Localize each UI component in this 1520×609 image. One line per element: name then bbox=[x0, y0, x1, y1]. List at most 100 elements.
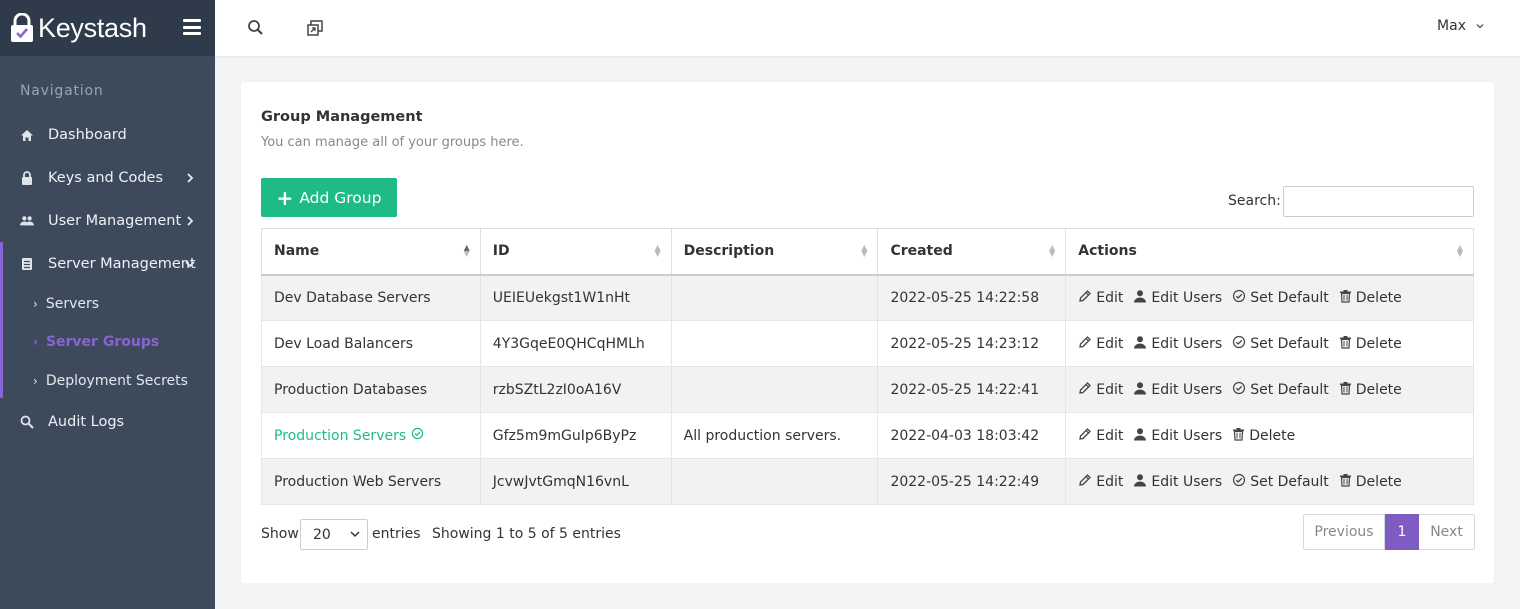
user-icon bbox=[1133, 381, 1151, 399]
edit-button[interactable]: Edit bbox=[1078, 289, 1123, 307]
sidebar-subitem-servers[interactable]: › Servers bbox=[0, 289, 215, 319]
chevron-right-icon: › bbox=[33, 374, 38, 388]
sidebar-item-label: Dashboard bbox=[48, 127, 127, 143]
entries-label: entries bbox=[372, 526, 421, 542]
edit-users-button[interactable]: Edit Users bbox=[1133, 289, 1222, 307]
search-input[interactable] bbox=[1283, 186, 1474, 217]
sidebar-item-label: Keys and Codes bbox=[48, 170, 164, 186]
brand: Keystash bbox=[0, 0, 215, 56]
cell-created: 2022-05-25 14:22:41 bbox=[877, 366, 1067, 413]
lock-icon bbox=[20, 171, 34, 185]
delete-button[interactable]: Delete bbox=[1339, 381, 1402, 399]
previous-page-button[interactable]: Previous bbox=[1303, 514, 1385, 550]
sidebar-subitem-label: Server Groups bbox=[45, 334, 160, 350]
table-row: Production Servers Gfz5m9mGuIp6ByPz All p… bbox=[261, 412, 1474, 459]
cell-created: 2022-04-03 18:03:42 bbox=[877, 412, 1067, 459]
pencil-icon bbox=[1078, 335, 1096, 353]
group-name: Dev Database Servers bbox=[274, 289, 431, 306]
group-name-link[interactable]: Production Servers bbox=[274, 427, 424, 444]
pagination: Previous 1 Next bbox=[1303, 514, 1475, 550]
trash-icon bbox=[1339, 289, 1356, 307]
plus-icon: + bbox=[276, 185, 294, 210]
set-default-button[interactable]: Set Default bbox=[1232, 335, 1329, 353]
edit-users-button[interactable]: Edit Users bbox=[1133, 427, 1222, 445]
page-subtitle: You can manage all of your groups here. bbox=[261, 135, 524, 150]
cell-actions: Edit Edit Users Set Default Delete bbox=[1065, 366, 1474, 413]
sidebar-subitem-label: Servers bbox=[45, 296, 100, 312]
edit-users-button[interactable]: Edit Users bbox=[1133, 473, 1222, 491]
next-page-button[interactable]: Next bbox=[1419, 514, 1475, 550]
set-default-button[interactable]: Set Default bbox=[1232, 381, 1329, 399]
page-size-select[interactable]: 20 bbox=[300, 519, 368, 550]
edit-button[interactable]: Edit bbox=[1078, 335, 1123, 353]
page-1-button[interactable]: 1 bbox=[1385, 514, 1419, 550]
cell-description: All production servers. bbox=[670, 412, 879, 459]
chevron-down-icon bbox=[349, 528, 361, 544]
sidebar-item-user-management[interactable]: User Management bbox=[0, 203, 215, 239]
default-check-icon bbox=[411, 427, 424, 444]
column-header-actions[interactable]: Actions ▲ ▼ bbox=[1065, 228, 1474, 276]
check-circle-icon bbox=[1232, 473, 1250, 491]
sidebar-item-server-management[interactable]: Server Management bbox=[0, 246, 215, 282]
cell-created: 2022-05-25 14:23:12 bbox=[877, 320, 1067, 367]
add-group-button[interactable]: + Add Group bbox=[261, 178, 397, 217]
cell-id: rzbSZtL2zI0oA16V bbox=[479, 366, 672, 413]
users-icon bbox=[20, 214, 34, 228]
sidebar-subitem-deployment-secrets[interactable]: › Deployment Secrets bbox=[0, 366, 215, 396]
home-icon bbox=[20, 128, 34, 142]
cell-id: JcvwJvtGmqN16vnL bbox=[479, 458, 672, 505]
group-name: Production Databases bbox=[274, 381, 428, 398]
delete-button[interactable]: Delete bbox=[1232, 427, 1295, 445]
table-row: Dev Load Balancers 4Y3GqeE0QHCqHMLh 2022-0… bbox=[261, 320, 1474, 367]
sort-icon: ▲ ▼ bbox=[1456, 243, 1463, 258]
sidebar-item-audit-logs[interactable]: Audit Logs bbox=[0, 404, 215, 440]
edit-button[interactable]: Edit bbox=[1078, 427, 1123, 445]
group-name: Dev Load Balancers bbox=[274, 335, 414, 352]
set-default-button[interactable]: Set Default bbox=[1232, 473, 1329, 491]
cell-created: 2022-05-25 14:22:49 bbox=[877, 458, 1067, 505]
cell-description bbox=[670, 320, 879, 367]
column-header-created[interactable]: Created ▲ ▼ bbox=[877, 228, 1067, 276]
pencil-icon bbox=[1078, 289, 1096, 307]
column-header-description[interactable]: Description ▲ ▼ bbox=[670, 228, 879, 276]
delete-button[interactable]: Delete bbox=[1339, 335, 1402, 353]
sort-icon: ▲ ▼ bbox=[861, 243, 868, 258]
chevron-down-icon bbox=[1476, 21, 1484, 32]
column-header-id[interactable]: ID ▲ ▼ bbox=[479, 228, 672, 276]
page-title: Group Management bbox=[261, 109, 423, 125]
cell-actions: Edit Edit Users Set Default Delete bbox=[1065, 274, 1474, 321]
groups-table-body: Dev Database Servers UEIEUekgst1W1nHt 2022… bbox=[261, 274, 1474, 505]
sidebar-subitem-label: Deployment Secrets bbox=[45, 373, 188, 389]
edit-button[interactable]: Edit bbox=[1078, 381, 1123, 399]
cell-actions: Edit Edit Users Set Default Delete bbox=[1065, 320, 1474, 367]
edit-button[interactable]: Edit bbox=[1078, 473, 1123, 491]
column-header-name[interactable]: Name ▲ ▼ bbox=[261, 228, 481, 276]
edit-users-button[interactable]: Edit Users bbox=[1133, 335, 1222, 353]
delete-button[interactable]: Delete bbox=[1339, 473, 1402, 491]
check-circle-icon bbox=[1232, 335, 1250, 353]
menu-toggle-icon[interactable] bbox=[183, 19, 201, 35]
search-icon[interactable] bbox=[246, 18, 266, 38]
cell-name: Production Servers bbox=[261, 412, 481, 459]
sidebar-item-keys-and-codes[interactable]: Keys and Codes bbox=[0, 160, 215, 196]
cell-name: Production Databases bbox=[261, 366, 481, 413]
sort-icon: ▲ ▼ bbox=[1049, 243, 1056, 258]
delete-button[interactable]: Delete bbox=[1339, 289, 1402, 307]
search-log-icon bbox=[20, 415, 34, 429]
pencil-icon bbox=[1078, 427, 1096, 445]
cell-name: Dev Database Servers bbox=[261, 274, 481, 321]
table-info: Showing 1 to 5 of 5 entries bbox=[432, 526, 621, 542]
chevron-right-icon: › bbox=[33, 297, 38, 311]
search-label: Search: bbox=[1228, 193, 1281, 209]
user-menu[interactable]: Max bbox=[1437, 18, 1484, 34]
server-icon bbox=[20, 257, 34, 271]
sidebar-item-label: Audit Logs bbox=[48, 414, 125, 430]
set-default-button[interactable]: Set Default bbox=[1232, 289, 1329, 307]
open-windows-icon[interactable] bbox=[305, 18, 325, 38]
edit-users-button[interactable]: Edit Users bbox=[1133, 381, 1222, 399]
table-row: Production Databases rzbSZtL2zI0oA16V 2022… bbox=[261, 366, 1474, 413]
sidebar-item-dashboard[interactable]: Dashboard bbox=[0, 117, 215, 153]
cell-id: 4Y3GqeE0QHCqHMLh bbox=[479, 320, 672, 367]
check-circle-icon bbox=[1232, 289, 1250, 307]
sidebar-subitem-server-groups[interactable]: › Server Groups bbox=[0, 327, 215, 357]
